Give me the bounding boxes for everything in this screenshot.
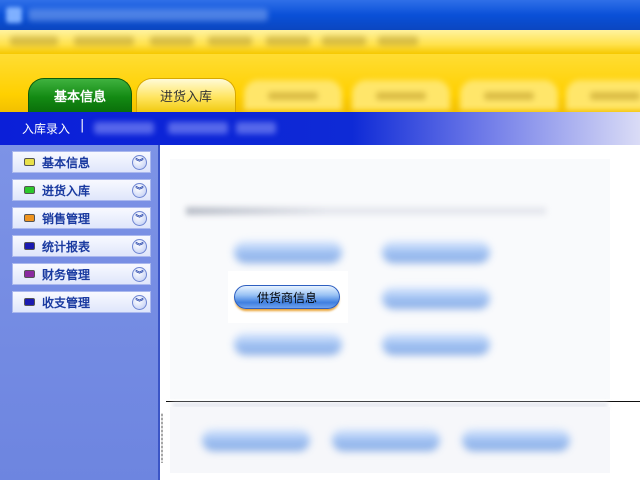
tab-blurred[interactable] xyxy=(566,80,640,110)
sub-navigation-bar: 入库录入 | xyxy=(0,112,640,145)
function-button-blurred[interactable] xyxy=(382,333,490,355)
window-title-blurred xyxy=(28,9,268,21)
sidebar-item-label: 基本信息 xyxy=(42,155,91,170)
function-button-blurred[interactable] xyxy=(462,429,570,451)
sidebar-item-label: 进货入库 xyxy=(42,183,91,198)
sub-link-blurred[interactable] xyxy=(236,122,276,134)
sidebar-item-label: 财务管理 xyxy=(42,267,91,282)
menu-item-blurred[interactable] xyxy=(378,36,418,46)
double-chevron-down-icon[interactable]: ︾ xyxy=(132,211,147,226)
module-tab-strip: 基本信息 进货入库 xyxy=(0,54,640,112)
stock-in-entry-link[interactable]: 入库录入 xyxy=(22,120,70,137)
blue-square-icon xyxy=(24,298,35,306)
tab-purchase-stock-in[interactable]: 进货入库 xyxy=(136,78,236,112)
panel-heading-blurred xyxy=(186,207,546,215)
double-chevron-down-icon[interactable]: ︾ xyxy=(132,155,147,170)
left-sidebar: 基本信息 ︾ 进货入库 ︾ 销售管理 ︾ 统计报表 ︾ 财务管理 ︾ 收支管理 … xyxy=(0,145,160,480)
supplier-info-label: 供货商信息 xyxy=(256,290,317,305)
menu-item-blurred[interactable] xyxy=(266,36,310,46)
sidebar-item-income-expense[interactable]: 收支管理 ︾ xyxy=(12,291,151,313)
tab-label: 基本信息 xyxy=(53,90,106,105)
tab-label: 进货入库 xyxy=(159,90,212,105)
sidebar-item-label: 销售管理 xyxy=(42,211,91,226)
tab-blurred[interactable] xyxy=(352,80,450,110)
tab-basic-info[interactable]: 基本信息 xyxy=(28,78,132,112)
sidebar-item-label: 统计报表 xyxy=(42,239,91,254)
purple-square-icon xyxy=(24,270,35,278)
main-content: 供货商信息 xyxy=(166,145,640,480)
menu-bar xyxy=(0,30,640,54)
section-divider xyxy=(166,401,640,402)
function-button-blurred[interactable] xyxy=(382,241,490,263)
app-icon xyxy=(6,7,22,23)
window-title-bar xyxy=(0,0,640,30)
splitter-grip[interactable] xyxy=(161,413,163,463)
function-button-blurred[interactable] xyxy=(332,429,440,451)
menu-item-blurred[interactable] xyxy=(150,36,194,46)
menu-item-blurred[interactable] xyxy=(10,36,58,46)
sidebar-item-sales[interactable]: 销售管理 ︾ xyxy=(12,207,151,229)
sidebar-item-reports[interactable]: 统计报表 ︾ xyxy=(12,235,151,257)
menu-item-blurred[interactable] xyxy=(208,36,252,46)
separator: | xyxy=(80,118,85,133)
supplier-info-button[interactable]: 供货商信息 xyxy=(234,285,340,309)
sidebar-item-purchase[interactable]: 进货入库 ︾ xyxy=(12,179,151,201)
sub-link-blurred[interactable] xyxy=(94,122,154,134)
double-chevron-down-icon[interactable]: ︾ xyxy=(132,239,147,254)
sidebar-item-basic-info[interactable]: 基本信息 ︾ xyxy=(12,151,151,173)
double-chevron-down-icon[interactable]: ︾ xyxy=(132,295,147,310)
orange-square-icon xyxy=(24,214,35,222)
sub-link-blurred[interactable] xyxy=(168,122,228,134)
menu-item-blurred[interactable] xyxy=(74,36,134,46)
blue-square-icon xyxy=(24,242,35,250)
function-button-blurred[interactable] xyxy=(234,241,342,263)
tab-blurred[interactable] xyxy=(244,80,342,110)
menu-item-blurred[interactable] xyxy=(322,36,366,46)
sidebar-item-finance[interactable]: 财务管理 ︾ xyxy=(12,263,151,285)
yellow-square-icon xyxy=(24,158,35,166)
sidebar-item-label: 收支管理 xyxy=(42,295,91,310)
double-chevron-down-icon[interactable]: ︾ xyxy=(132,267,147,282)
green-square-icon xyxy=(24,186,35,194)
function-button-blurred[interactable] xyxy=(234,333,342,355)
tab-blurred[interactable] xyxy=(460,80,558,110)
double-chevron-down-icon[interactable]: ︾ xyxy=(132,183,147,198)
function-button-blurred[interactable] xyxy=(202,429,310,451)
function-button-blurred[interactable] xyxy=(382,287,490,309)
